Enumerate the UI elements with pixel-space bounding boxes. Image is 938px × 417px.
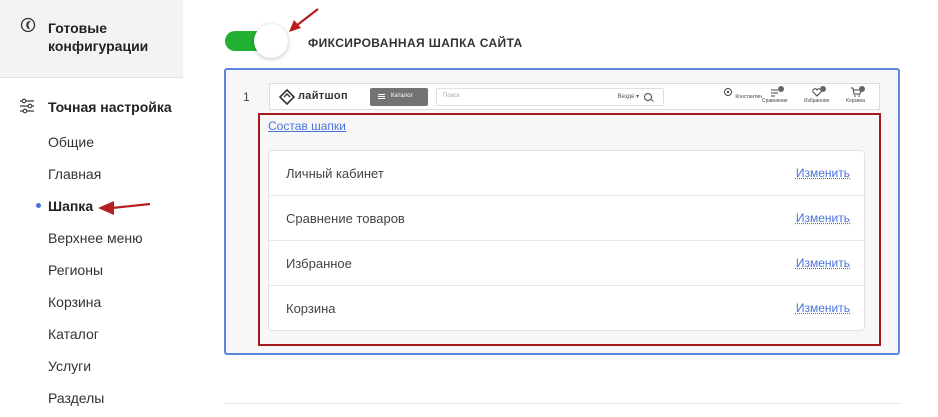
preview-search-scope: Везде ▾ xyxy=(617,94,639,100)
sidebar-item-label: Услуги xyxy=(48,358,92,374)
sidebar-item-label: Регионы xyxy=(48,262,104,278)
heart-icon xyxy=(811,86,826,97)
sidebar-item-services[interactable]: Услуги xyxy=(0,350,183,382)
toggle-label: ФИКСИРОВАННАЯ ШАПКА САЙТА xyxy=(308,36,523,50)
sidebar-item-label: Каталог xyxy=(48,326,99,342)
sidebar-item-label: Корзина xyxy=(48,294,102,310)
fine-tuning-label: Точная настройка xyxy=(48,99,172,115)
ready-configs-item[interactable]: Готовые конфигурации xyxy=(0,0,183,78)
settings-page: Готовые конфигурации Точная настройка Об… xyxy=(0,0,938,417)
sidebar-item-label: Разделы xyxy=(48,390,105,406)
favorites-badge xyxy=(819,86,826,92)
sidebar-item-top-menu[interactable]: Верхнее меню xyxy=(0,222,183,254)
preview-action-label: Корзина xyxy=(846,98,866,104)
sidebar-item-sections[interactable]: Разделы xyxy=(0,382,183,414)
cart-badge xyxy=(858,86,865,92)
annotation-arrow-header xyxy=(98,201,151,215)
preview-action-label: Константин xyxy=(735,94,762,100)
sidebar: Готовые конфигурации Точная настройка Об… xyxy=(0,0,183,417)
sidebar-menu: Общие Главная Шапка Верхнее меню Регионы… xyxy=(0,126,183,414)
sidebar-item-main[interactable]: Главная xyxy=(0,158,183,190)
preview-catalog-label: Каталог xyxy=(391,93,413,99)
search-icon xyxy=(644,93,652,101)
sidebar-item-regions[interactable]: Регионы xyxy=(0,254,183,286)
preview-search: Поиск Везде ▾ xyxy=(436,88,664,106)
preview-action-cart: Корзина xyxy=(846,86,866,104)
cart-icon xyxy=(850,86,865,97)
preview-action-favorites: Избранное xyxy=(804,86,830,104)
preview-catalog-button: Каталог xyxy=(370,88,428,106)
sidebar-item-header[interactable]: Шапка xyxy=(0,190,183,222)
preview-action-label: Сравнение xyxy=(762,98,788,104)
sidebar-item-cart[interactable]: Корзина xyxy=(0,286,183,318)
preview-action-label: Избранное xyxy=(804,98,830,104)
menu-icon xyxy=(378,94,385,99)
preview-action-account: Константин xyxy=(722,87,762,100)
compare-icon xyxy=(769,86,784,97)
section-divider xyxy=(224,403,900,404)
compare-badge xyxy=(777,86,784,92)
sidebar-item-label: Шапка xyxy=(48,198,94,214)
fine-tuning-item[interactable]: Точная настройка xyxy=(0,96,183,118)
sidebar-item-catalog[interactable]: Каталог xyxy=(0,318,183,350)
active-dot xyxy=(36,203,41,208)
preview-action-compare: Сравнение xyxy=(762,86,788,104)
toggle-knob[interactable] xyxy=(254,24,288,58)
sliders-icon xyxy=(20,98,34,114)
logo-icon xyxy=(279,89,295,105)
ready-configs-label: Готовые конфигурации xyxy=(48,20,149,54)
sidebar-item-label: Общие xyxy=(48,134,95,150)
palette-icon xyxy=(20,17,36,33)
preview-logo: лайтшоп xyxy=(298,90,348,102)
header-preview: лайтшоп Каталог Поиск Везде ▾ Константин… xyxy=(269,83,880,110)
sidebar-item-label: Главная xyxy=(48,166,102,182)
variant-number: 1 xyxy=(243,90,250,104)
annotation-arrow-toggle xyxy=(289,8,319,32)
preview-search-placeholder: Поиск xyxy=(443,93,460,99)
user-icon xyxy=(724,88,732,96)
sidebar-item-label: Верхнее меню xyxy=(48,230,143,246)
sidebar-item-general[interactable]: Общие xyxy=(0,126,183,158)
highlight-frame xyxy=(258,113,881,346)
